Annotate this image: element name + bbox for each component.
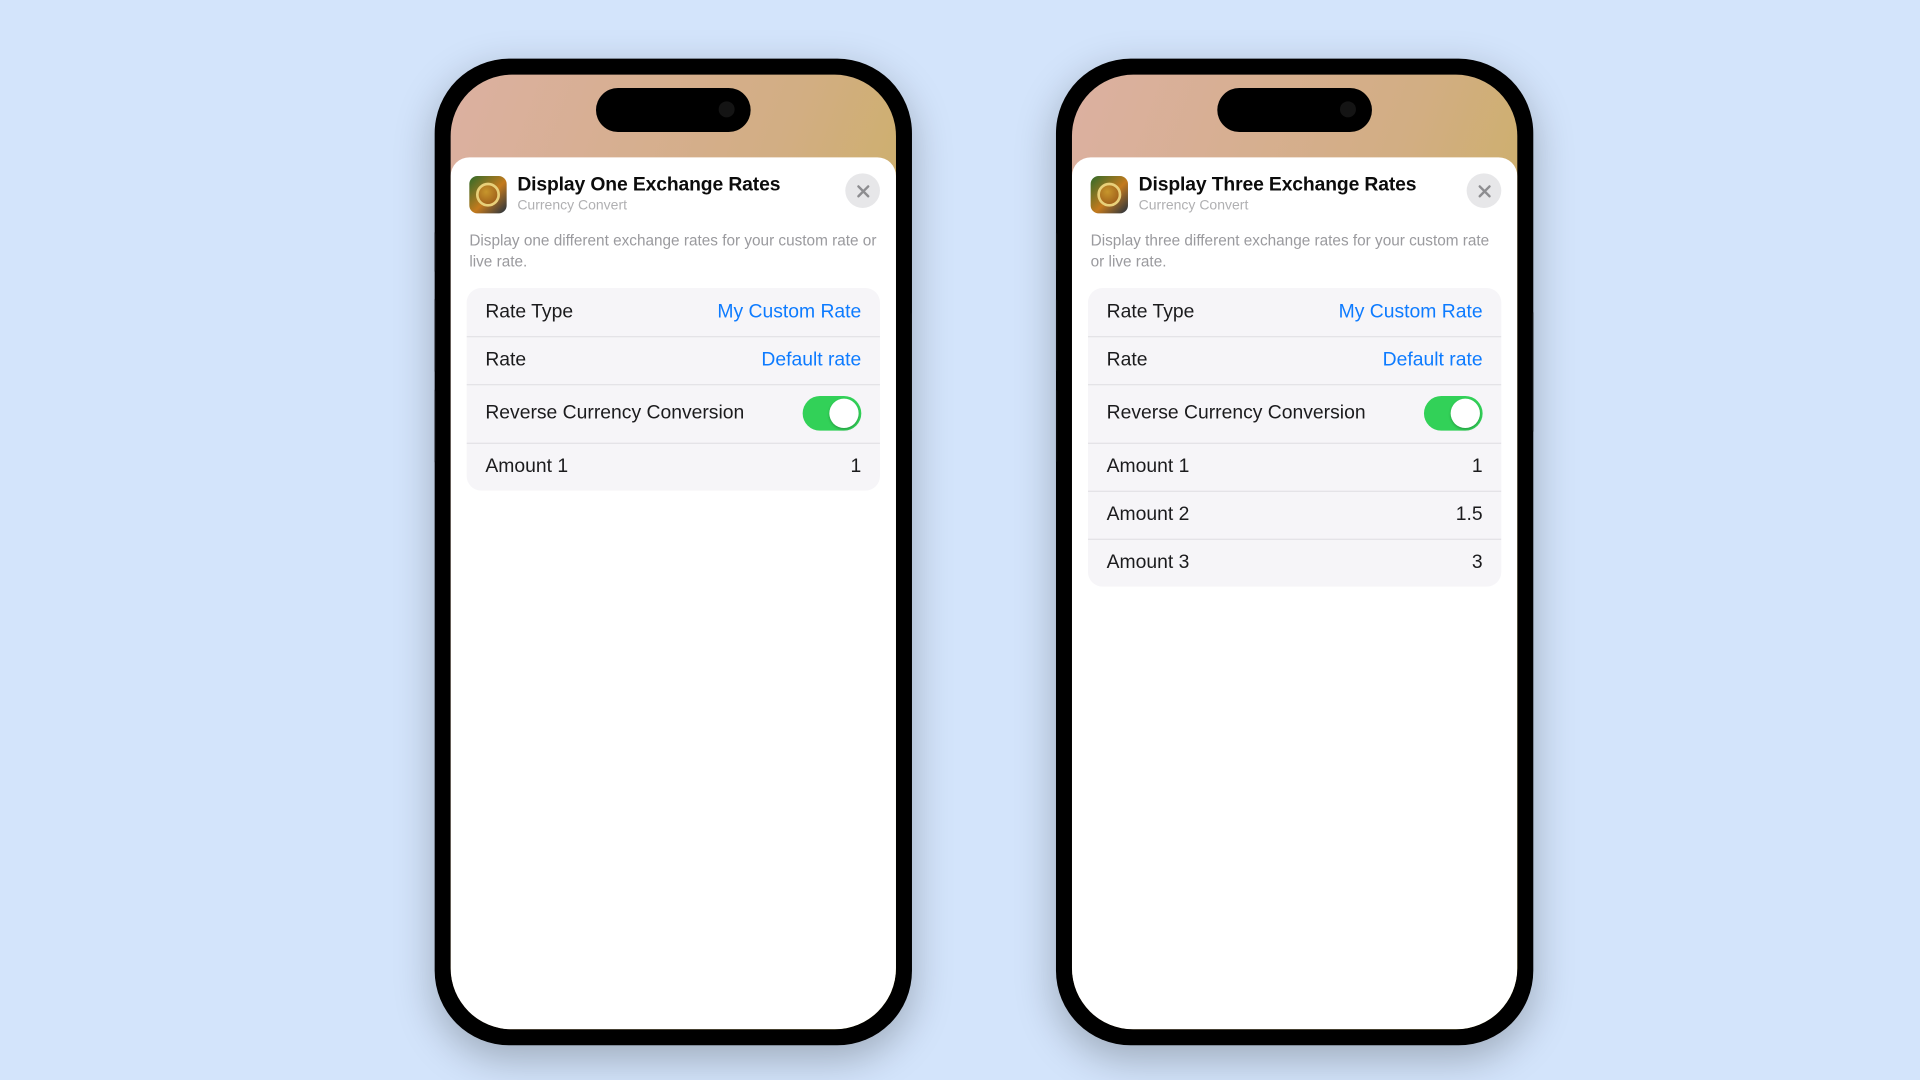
sheet-description: Display three different exchange rates f…: [1091, 233, 1499, 274]
sheet-title: Display One Exchange Rates: [517, 176, 780, 197]
sheet-subtitle: Currency Convert: [517, 199, 780, 214]
phone-side-button: [1056, 389, 1057, 462]
sheet-title: Display Three Exchange Rates: [1139, 176, 1417, 197]
titles: Display Three Exchange Rates Currency Co…: [1139, 176, 1417, 214]
row-label: Reverse Currency Conversion: [1107, 403, 1366, 424]
row-amount-3[interactable]: Amount 3 3: [1088, 538, 1501, 586]
phone-bezel: Display One Exchange Rates Currency Conv…: [448, 72, 899, 1032]
phone-side-button: [1056, 232, 1057, 272]
row-label: Rate: [485, 349, 526, 370]
row-reverse-conversion: Reverse Currency Conversion: [467, 383, 880, 442]
row-rate[interactable]: Rate Default rate: [467, 335, 880, 383]
row-value-link[interactable]: My Custom Rate: [717, 301, 861, 322]
row-rate-type[interactable]: Rate Type My Custom Rate: [1088, 287, 1501, 335]
row-rate-type[interactable]: Rate Type My Custom Rate: [467, 287, 880, 335]
close-icon: [1477, 183, 1492, 198]
row-label: Amount 1: [485, 456, 568, 477]
config-sheet: Display One Exchange Rates Currency Conv…: [451, 157, 896, 1029]
phone-side-button: [911, 312, 912, 432]
row-label: Rate: [1107, 349, 1148, 370]
phone-right: Display Three Exchange Rates Currency Co…: [1056, 59, 1533, 1046]
phone-side-button: [435, 389, 436, 462]
phone-screen: Display Three Exchange Rates Currency Co…: [1072, 75, 1517, 1030]
row-amount-1[interactable]: Amount 1 1: [467, 442, 880, 490]
close-button[interactable]: [845, 173, 880, 208]
phone-bezel: Display Three Exchange Rates Currency Co…: [1069, 72, 1520, 1032]
config-sheet: Display Three Exchange Rates Currency Co…: [1072, 157, 1517, 1029]
sheet-header: Display Three Exchange Rates Currency Co…: [1088, 173, 1501, 214]
sheet-header: Display One Exchange Rates Currency Conv…: [467, 173, 880, 214]
toggle-knob: [829, 399, 858, 428]
row-value: 1: [851, 456, 862, 477]
titles: Display One Exchange Rates Currency Conv…: [517, 176, 780, 214]
phone-screen: Display One Exchange Rates Currency Conv…: [451, 75, 896, 1030]
row-value-link[interactable]: Default rate: [1383, 349, 1483, 370]
row-value: 1: [1472, 456, 1483, 477]
toggle-knob: [1451, 399, 1480, 428]
phone-left: Display One Exchange Rates Currency Conv…: [435, 59, 912, 1046]
row-value-link[interactable]: My Custom Rate: [1339, 301, 1483, 322]
settings-card: Rate Type My Custom Rate Rate Default ra…: [1088, 287, 1501, 586]
row-label: Rate Type: [485, 301, 573, 322]
stage: Display One Exchange Rates Currency Conv…: [0, 0, 1920, 1080]
app-icon: [1091, 176, 1128, 213]
dynamic-island: [1217, 88, 1372, 132]
row-label: Amount 3: [1107, 552, 1190, 573]
phone-side-button: [435, 232, 436, 272]
settings-card: Rate Type My Custom Rate Rate Default ra…: [467, 287, 880, 490]
row-label: Amount 2: [1107, 504, 1190, 525]
sheet-description: Display one different exchange rates for…: [469, 233, 877, 274]
row-value: 1.5: [1456, 504, 1483, 525]
phone-side-button: [435, 299, 436, 372]
row-label: Amount 1: [1107, 456, 1190, 477]
toggle-reverse-conversion[interactable]: [803, 396, 862, 431]
app-icon: [469, 176, 506, 213]
row-amount-2[interactable]: Amount 2 1.5: [1088, 490, 1501, 538]
phone-side-button: [1532, 312, 1533, 432]
row-label: Rate Type: [1107, 301, 1195, 322]
sheet-subtitle: Currency Convert: [1139, 199, 1417, 214]
dynamic-island: [596, 88, 751, 132]
close-icon: [855, 183, 870, 198]
row-value: 3: [1472, 552, 1483, 573]
row-amount-1[interactable]: Amount 1 1: [1088, 442, 1501, 490]
row-label: Reverse Currency Conversion: [485, 403, 744, 424]
row-reverse-conversion: Reverse Currency Conversion: [1088, 383, 1501, 442]
phone-side-button: [1056, 299, 1057, 372]
toggle-reverse-conversion[interactable]: [1424, 396, 1483, 431]
row-rate[interactable]: Rate Default rate: [1088, 335, 1501, 383]
close-button[interactable]: [1467, 173, 1502, 208]
row-value-link[interactable]: Default rate: [761, 349, 861, 370]
